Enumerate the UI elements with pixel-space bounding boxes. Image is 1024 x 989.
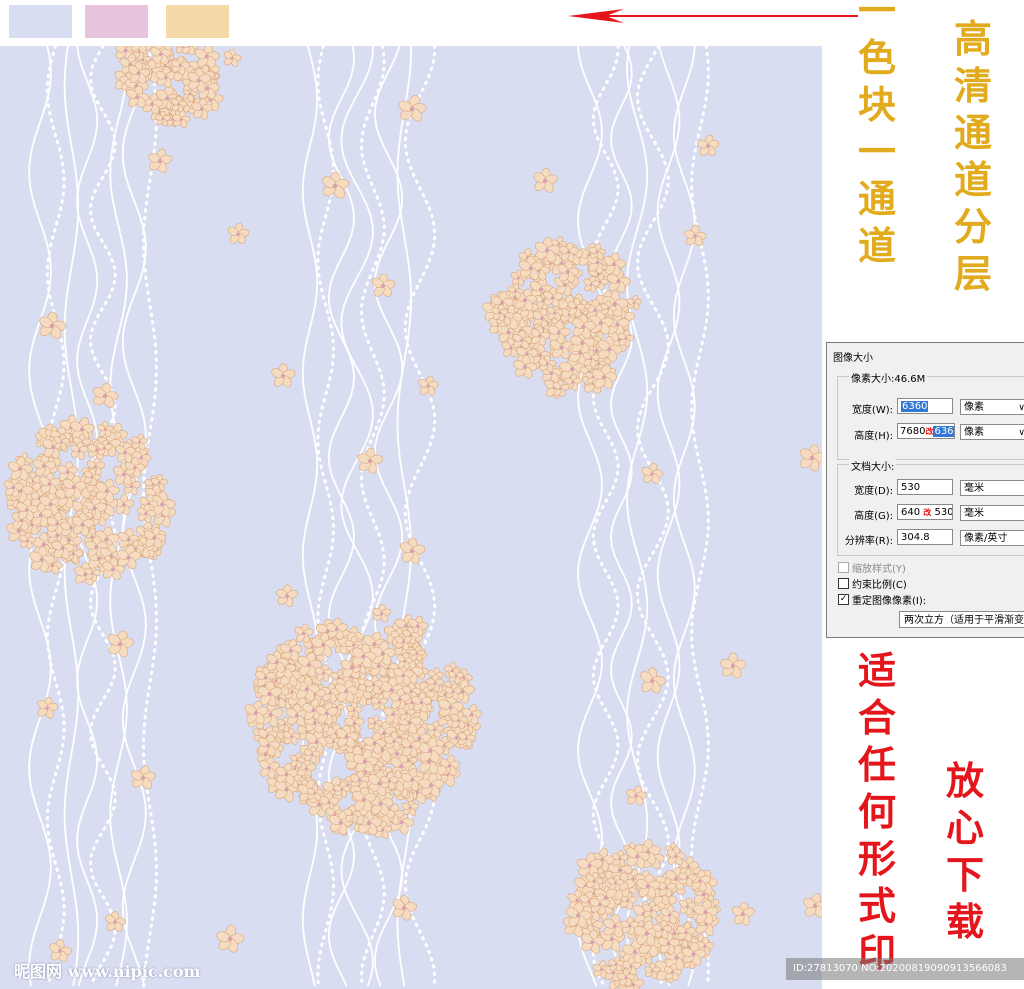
resolution-unit-select[interactable]: 像素/英寸 [960,530,1024,546]
swatch-tan [166,5,229,38]
flower-icon [533,168,558,193]
wavy-line [301,46,319,987]
flower-icon [731,901,755,926]
image-size-dialog: 图像大小 像素大小:46.6M 宽度(W): 6360 像素 ∨ 高度(H): 7… [826,342,1024,638]
doc-height-unit-select[interactable]: 毫米 [960,505,1024,521]
flower-icon [640,667,666,694]
wavy-line [359,46,386,988]
constrain-proportions-checkbox[interactable]: 约束比例(C) [838,576,907,591]
flower-icon [216,924,245,953]
resolution-label: 分辨率(R): [844,536,893,547]
width-unit-select[interactable]: 像素 ∨ [960,399,1024,415]
flower-icon [227,222,250,244]
flower-icon [720,652,747,679]
arrow-left-icon [568,9,858,23]
width-input[interactable]: 6360 [897,398,953,414]
document-size-label: 文档大小: [849,458,897,473]
dialog-title: 图像大小 [833,353,873,364]
chevron-down-icon: ∨ [1018,428,1024,438]
doc-width-input[interactable]: 530 [897,479,953,495]
check-icon: ✓ [838,594,849,605]
width-label: 宽度(W): [851,405,893,416]
resolution-input[interactable]: 304.8 [897,529,953,545]
pattern-canvas [3,46,822,989]
flower-icon [322,171,349,199]
flower-icon [271,363,296,388]
flower-icon [108,630,134,658]
annotation-suitable-print: 适 合 任 何 形 式 印 [858,648,897,975]
flower-icon [276,584,299,608]
resample-method-select[interactable]: 两次立方（适用于平滑渐变 [899,611,1024,628]
flower-icon [803,893,822,918]
scale-styles-checkbox[interactable]: 缩放样式(Y) [838,560,906,575]
height-label: 高度(H): [854,431,893,442]
flower-icon [684,224,707,246]
flower-icon [130,765,156,790]
pixel-dimensions-label: 像素大小:46.6M [849,370,928,385]
flower-icon [148,148,173,174]
flower-icon [37,696,59,719]
height-unit-select[interactable]: 像素 ∨ [960,424,1024,440]
height-input[interactable]: 7680改6360 [897,423,955,439]
swatch-pink [85,5,148,38]
flower-icon [398,95,427,122]
resample-image-checkbox[interactable]: ✓ 重定图像像素(I): [838,592,926,607]
image-id-bar: ID:27813070 NO:20200819090913566083 [786,958,1024,980]
wavy-line [591,46,620,988]
annotation-hd-channels: 高 清 通 道 分 层 [954,16,993,296]
wavy-line [396,46,413,987]
annotation-download: 放 心 下 载 [946,758,985,944]
chevron-down-icon: ∨ [1018,403,1024,413]
doc-height-input[interactable]: 640 改 530 [897,504,953,520]
site-watermark: 昵图网 www.nipic.com [14,962,201,981]
wavy-line [690,46,710,988]
annotation-one-color-block: 一 色 块 一 通 道 [858,0,897,268]
flower-icon [799,444,822,472]
swatch-blue [9,5,72,38]
wallpaper-pattern [0,46,822,989]
doc-height-label: 高度(G): [854,511,893,522]
doc-width-label: 宽度(D): [854,486,893,497]
pixel-dimensions-group [837,376,1024,460]
doc-width-unit-select[interactable]: 毫米 [960,480,1024,496]
flower-ball-petal [223,48,242,67]
flower-icon [697,134,720,157]
